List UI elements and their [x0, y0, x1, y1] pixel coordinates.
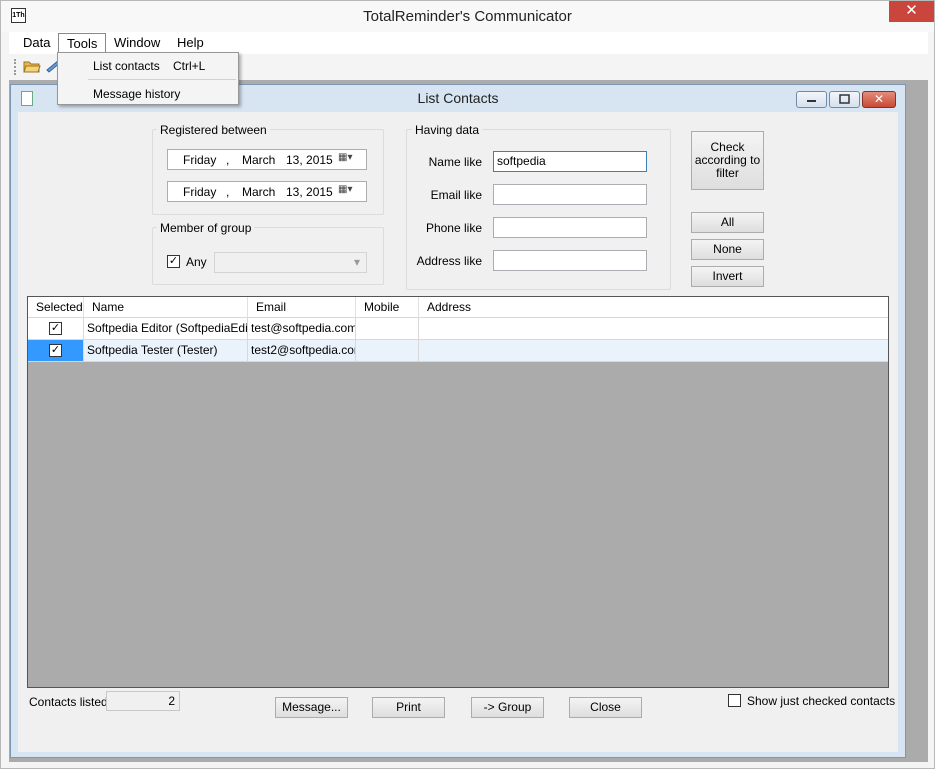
show-checked-checkbox[interactable]	[728, 694, 741, 707]
calendar-dropdown-icon[interactable]: ▦▾	[338, 184, 364, 199]
menu-item-list-contacts[interactable]: List contacts	[93, 59, 160, 73]
col-header-name[interactable]: Name	[84, 297, 248, 318]
contacts-listed-count: 2	[106, 691, 180, 711]
select-all-button[interactable]: All	[691, 212, 764, 233]
date-day: Friday	[183, 185, 217, 199]
date-day: Friday	[183, 153, 217, 167]
phone-like-label: Phone like	[425, 221, 482, 235]
show-checked-label: Show just checked contacts	[747, 694, 896, 708]
menu-window[interactable]: Window	[106, 33, 168, 54]
table-row[interactable]: ✓ Softpedia Editor (SoftpediaEditor) tes…	[28, 318, 888, 340]
phone-like-input[interactable]	[493, 217, 647, 238]
address-like-label: Address like	[416, 254, 482, 268]
menu-item-message-history[interactable]: Message history	[93, 87, 180, 101]
tools-dropdown-menu: List contacts Ctrl+L Message history	[57, 52, 239, 105]
row-name-cell[interactable]: Softpedia Editor (SoftpediaEditor)	[84, 318, 248, 340]
contacts-grid[interactable]: Selected Name Email Mobile Address ✓ Sof…	[27, 296, 889, 688]
grid-header: Selected Name Email Mobile Address	[28, 297, 888, 318]
date-sep: ,	[226, 153, 230, 167]
col-header-mobile[interactable]: Mobile	[356, 297, 419, 318]
email-like-input[interactable]	[493, 184, 647, 205]
name-like-input[interactable]: softpedia	[493, 151, 647, 172]
having-data-label: Having data	[412, 123, 483, 137]
minimize-button[interactable]	[796, 91, 827, 108]
select-none-button[interactable]: None	[691, 239, 764, 260]
date-to-picker[interactable]: Friday , March 13, 2015 ▦▾	[167, 181, 367, 202]
app-close-button[interactable]: ✕	[889, 1, 934, 22]
table-row[interactable]: ✓ Softpedia Tester (Tester) test2@softpe…	[28, 340, 888, 362]
email-like-label: Email like	[430, 188, 482, 202]
row-address-cell[interactable]	[419, 340, 888, 362]
menu-help[interactable]: Help	[169, 33, 212, 54]
open-folder-icon[interactable]	[23, 58, 41, 74]
menu-separator	[88, 79, 236, 80]
to-group-button[interactable]: -> Group	[471, 697, 544, 718]
row-email-cell[interactable]: test2@softpedia.com	[248, 340, 356, 362]
row-name-cell[interactable]: Softpedia Tester (Tester)	[84, 340, 248, 362]
menu-data[interactable]: Data	[15, 33, 58, 54]
date-value: 13, 2015	[286, 153, 333, 167]
app-title: TotalReminder's Communicator	[363, 8, 572, 25]
minimize-icon	[807, 100, 816, 102]
contacts-listed-label: Contacts listed	[29, 695, 108, 709]
toolbar-grip[interactable]	[14, 59, 17, 75]
row-selected-cell[interactable]: ✓	[28, 318, 84, 340]
app-titlebar: 1Th TotalReminder's Communicator ✕	[1, 1, 934, 32]
row-mobile-cell[interactable]	[356, 340, 419, 362]
menu-tools[interactable]: Tools	[58, 33, 107, 54]
close-button[interactable]: Close	[569, 697, 642, 718]
print-button[interactable]: Print	[372, 697, 445, 718]
row-email-cell[interactable]: test@softpedia.com	[248, 318, 356, 340]
col-header-email[interactable]: Email	[248, 297, 356, 318]
registered-label: Registered between	[157, 123, 270, 137]
date-from-picker[interactable]: Friday , March 13, 2015 ▦▾	[167, 149, 367, 170]
row-select-checkbox[interactable]: ✓	[49, 322, 62, 335]
date-value: 13, 2015	[286, 185, 333, 199]
maximize-icon	[839, 94, 850, 104]
col-header-selected[interactable]: Selected	[28, 297, 84, 318]
maximize-button[interactable]	[829, 91, 860, 108]
any-group-label: Any	[186, 255, 207, 269]
menubar: Data Tools Window Help	[9, 32, 928, 54]
name-like-label: Name like	[428, 155, 482, 169]
address-like-input[interactable]	[493, 250, 647, 271]
invert-selection-button[interactable]: Invert	[691, 266, 764, 287]
row-address-cell[interactable]	[419, 318, 888, 340]
date-sep: ,	[226, 185, 230, 199]
message-button[interactable]: Message...	[275, 697, 348, 718]
chevron-down-icon: ▾	[353, 255, 360, 269]
registered-group	[152, 129, 384, 215]
calendar-dropdown-icon[interactable]: ▦▾	[338, 152, 364, 167]
check-by-filter-button[interactable]: Check according to filter	[691, 131, 764, 190]
member-group-label: Member of group	[157, 221, 255, 235]
date-month: March	[242, 185, 276, 199]
window-close-button[interactable]: ✕	[862, 91, 896, 108]
row-mobile-cell[interactable]	[356, 318, 419, 340]
group-select[interactable]: ▾	[214, 252, 367, 273]
date-month: March	[242, 153, 276, 167]
any-group-checkbox[interactable]: ✓	[167, 255, 180, 268]
row-select-checkbox[interactable]: ✓	[49, 344, 62, 357]
list-contacts-shortcut: Ctrl+L	[173, 59, 206, 73]
col-header-address[interactable]: Address	[419, 297, 888, 318]
row-selected-cell[interactable]: ✓	[28, 340, 84, 362]
